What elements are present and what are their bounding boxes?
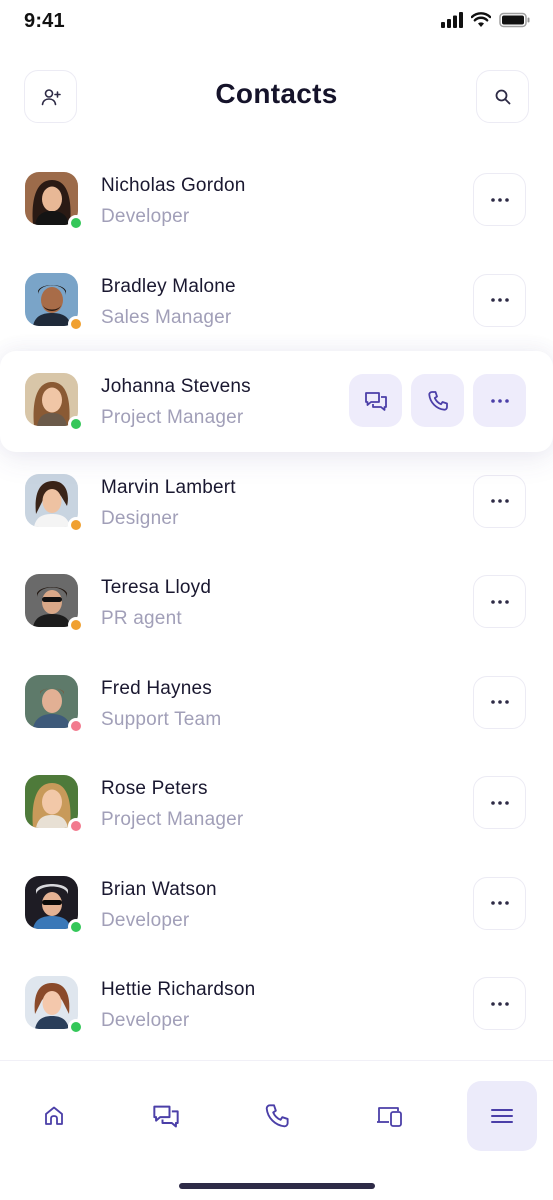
status-away-dot — [68, 617, 84, 633]
more-icon — [490, 599, 509, 604]
contact-row[interactable]: Teresa Lloyd PR agent — [0, 552, 553, 653]
message-button[interactable] — [349, 374, 402, 427]
home-indicator — [179, 1183, 375, 1189]
page-title: Contacts — [215, 78, 338, 109]
contact-name: Bradley Malone — [101, 275, 236, 297]
tab-home[interactable] — [19, 1081, 89, 1151]
contact-role: Support Team — [101, 708, 222, 730]
battery-icon — [499, 12, 530, 28]
contact-role: Developer — [101, 206, 190, 227]
contact-role: Developer — [101, 1010, 190, 1031]
avatar — [25, 574, 84, 633]
avatar — [25, 775, 84, 834]
call-button[interactable] — [411, 374, 464, 427]
chat-icon — [364, 391, 387, 411]
more-icon — [490, 197, 509, 202]
more-button[interactable] — [473, 273, 526, 327]
avatar — [25, 373, 84, 432]
more-icon — [490, 700, 509, 704]
search-icon — [495, 89, 510, 104]
contact-name: Rose Peters — [101, 778, 208, 799]
status-away-dot — [68, 516, 84, 533]
avatar — [25, 172, 84, 231]
chat-icon — [153, 1105, 179, 1128]
status-online-dot — [68, 416, 84, 432]
contact-role: Developer — [101, 909, 190, 931]
status-bar: 9:41 — [0, 0, 553, 48]
contact-name: Hettie Richardson — [101, 979, 256, 1000]
more-icon — [490, 901, 509, 905]
contact-name: Teresa Lloyd — [101, 577, 212, 598]
menu-icon — [491, 1109, 513, 1123]
contact-name: Fred Haynes — [101, 677, 212, 699]
contact-name: Johanna Stevens — [101, 376, 251, 397]
contact-name: Brian Watson — [101, 878, 217, 900]
more-icon — [490, 800, 509, 805]
devices-icon — [377, 1107, 402, 1127]
more-button[interactable] — [473, 173, 526, 226]
more-button[interactable] — [473, 675, 526, 729]
more-button[interactable] — [473, 374, 526, 427]
more-button[interactable] — [473, 474, 526, 528]
tab-devices[interactable] — [355, 1081, 425, 1151]
more-icon — [490, 499, 509, 503]
contact-row[interactable]: Brian Watson Developer — [0, 854, 553, 955]
header: Contacts — [0, 66, 553, 126]
status-online-dot — [68, 918, 84, 935]
contact-role: Designer — [101, 507, 179, 529]
wifi-icon — [471, 12, 491, 27]
avatar — [25, 976, 84, 1035]
more-icon — [490, 398, 509, 403]
avatar — [25, 473, 84, 533]
contact-role: Project Manager — [101, 407, 244, 428]
tab-chats[interactable] — [131, 1081, 201, 1151]
more-icon — [490, 1001, 509, 1006]
contact-row[interactable]: Bradley Malone Sales Manager — [0, 251, 553, 352]
contact-list: Nicholas Gordon Developer Bradley Malone… — [0, 150, 553, 1055]
contact-row[interactable]: Rose Peters Project Manager — [0, 753, 553, 854]
more-button[interactable] — [473, 876, 526, 930]
contact-row[interactable]: Marvin Lambert Designer — [0, 452, 553, 553]
more-button[interactable] — [473, 776, 526, 829]
status-busy-dot — [68, 717, 84, 734]
tab-menu[interactable] — [467, 1081, 537, 1151]
status-icons — [441, 12, 531, 28]
search-button[interactable] — [476, 70, 529, 123]
contact-row[interactable]: Fred Haynes Support Team — [0, 653, 553, 754]
contact-name: Marvin Lambert — [101, 476, 236, 498]
avatar — [25, 875, 84, 935]
status-busy-dot — [68, 818, 84, 834]
home-icon — [45, 1106, 63, 1125]
status-time: 9:41 — [24, 10, 65, 32]
contact-role: Sales Manager — [101, 306, 232, 328]
contact-row[interactable]: Nicholas Gordon Developer — [0, 150, 553, 251]
avatar — [25, 272, 84, 332]
contact-role: Project Manager — [101, 809, 244, 830]
tab-bar — [0, 1060, 553, 1200]
avatar — [25, 674, 84, 734]
status-online-dot — [68, 1019, 84, 1035]
phone-icon — [427, 390, 448, 411]
status-away-dot — [68, 315, 84, 332]
contact-row[interactable]: Hettie Richardson Developer — [0, 954, 553, 1055]
more-button[interactable] — [473, 977, 526, 1030]
contact-role: PR agent — [101, 608, 182, 629]
signal-icon — [441, 12, 463, 28]
more-icon — [490, 298, 509, 302]
status-online-dot — [68, 215, 84, 231]
contact-row-selected[interactable]: Johanna Stevens Project Manager — [0, 351, 553, 452]
tab-calls[interactable] — [242, 1081, 312, 1151]
contact-name: Nicholas Gordon — [101, 175, 246, 196]
phone-icon — [265, 1104, 289, 1128]
more-button[interactable] — [473, 575, 526, 628]
